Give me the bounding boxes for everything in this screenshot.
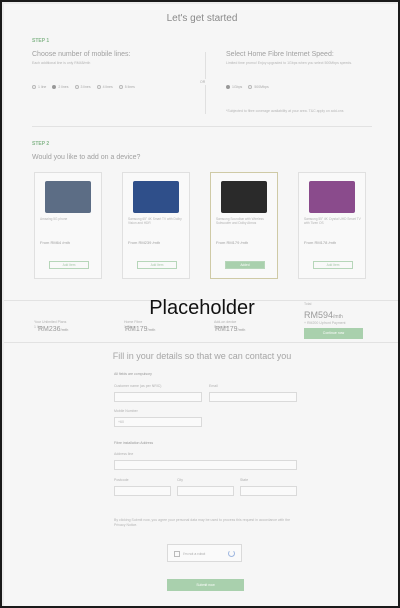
form-section-1: All fields are compulsory xyxy=(114,372,152,376)
radio-dot-icon xyxy=(118,85,123,89)
email-input[interactable] xyxy=(209,392,297,402)
device-card[interactable]: Samsung 65" 4K Smart TV with Dolby Visio… xyxy=(122,172,190,279)
device-heading: Would you like to add on a device? xyxy=(32,154,141,161)
state-input[interactable] xyxy=(240,486,297,496)
mobile-label: Mobile Number xyxy=(114,409,138,413)
radio-dot-icon xyxy=(226,85,230,89)
form-heading: Fill in your details so that we can cont… xyxy=(112,351,292,361)
mobile-lines-options: 1 line 2 lines 3 lines 4 lines 5 lines xyxy=(32,85,135,89)
fibre-speed-heading: Select Home Fibre Internet Speed: xyxy=(226,51,334,58)
device-price: From RM239 /mth xyxy=(128,240,161,245)
mobile-lines-radio-3[interactable]: 4 lines xyxy=(96,85,113,89)
device-image xyxy=(133,181,179,213)
add-device-button[interactable]: Add Item xyxy=(49,261,89,269)
mobile-lines-radio-2[interactable]: 3 lines xyxy=(74,85,91,89)
state-label: State xyxy=(240,478,249,482)
device-image xyxy=(309,181,355,213)
mobile-lines-note: Each additional line is only RM48/mth xyxy=(32,61,91,65)
plans-price-value: RM236 xyxy=(38,326,61,333)
radio-dot-icon xyxy=(32,85,36,89)
step1-footnote: *Subjected to fibre coverage availabilit… xyxy=(226,109,344,113)
submit-button[interactable]: Submit now xyxy=(167,579,244,591)
step1-label: STEP 1 xyxy=(32,38,50,44)
device-description: Samsung 55" 4K Crystal UHD Smart TV with… xyxy=(304,217,361,226)
device-price: From RM64 /mth xyxy=(40,240,71,245)
radio-dot-icon xyxy=(248,85,253,89)
fibre-speed-radio-label: 500Mbps xyxy=(254,85,269,89)
screenshot-frame: Let's get started STEP 1 Choose number o… xyxy=(0,0,400,608)
device-price-value: RM179 xyxy=(215,326,238,333)
plans-price-unit: /mth xyxy=(60,327,69,332)
device-image xyxy=(45,181,91,213)
summary-bottom-border xyxy=(4,342,398,343)
mobile-lines-radio-label: 4 lines xyxy=(102,85,113,89)
page: Let's get started STEP 1 Choose number o… xyxy=(4,4,398,606)
fibre-speed-options: 1Gbps 500Mbps xyxy=(226,85,269,89)
address-input[interactable] xyxy=(114,460,297,470)
step2-label: STEP 2 xyxy=(32,141,50,147)
fibre-price-value: RM179 xyxy=(125,326,148,333)
step-divider xyxy=(32,126,372,127)
captcha-checkbox[interactable] xyxy=(174,551,180,557)
mobile-lines-radio-4[interactable]: 5 lines xyxy=(118,85,135,89)
device-image xyxy=(221,181,267,213)
fibre-speed-radio-0[interactable]: 1Gbps xyxy=(226,85,242,89)
city-label: City xyxy=(177,478,184,482)
radio-dot-icon xyxy=(96,85,101,89)
fibre-speed-radio-label: 1Gbps xyxy=(232,85,243,89)
radio-dot-icon xyxy=(74,85,79,89)
city-input[interactable] xyxy=(177,486,234,496)
mobile-lines-radio-label: 1 line xyxy=(38,85,47,89)
device-price-unit: /mth xyxy=(237,327,246,332)
mobile-input[interactable]: +60 xyxy=(114,417,202,427)
mobile-lines-heading: Choose number of mobile lines: xyxy=(32,51,131,58)
page-title: Let's get started xyxy=(166,13,238,24)
mobile-lines-radio-1[interactable]: 2 lines xyxy=(52,85,69,89)
device-card[interactable]: Samsung 55" 4K Crystal UHD Smart TV with… xyxy=(298,172,366,279)
fibre-speed-note: Limited time promo! Enjoy upgraded to 1G… xyxy=(226,61,353,65)
device-card[interactable]: Amazing 5G phone From RM64 /mth Add Item xyxy=(34,172,102,279)
device-price: RM179/mth xyxy=(215,326,245,333)
device-price: From RM178 /mth xyxy=(304,240,337,245)
continue-button[interactable]: Continue now xyxy=(304,328,363,339)
device-description: Samsung Soundbar with Wireless Subwoofer… xyxy=(216,217,264,226)
consent-text: By clicking Submit now, you agree your p… xyxy=(114,518,291,527)
postcode-input[interactable] xyxy=(114,486,171,496)
captcha-spinner-icon xyxy=(228,550,235,557)
name-label: Customer name (as per NRIC) xyxy=(114,384,162,388)
mobile-lines-radio-0[interactable]: 1 line xyxy=(32,85,46,89)
placeholder-overlay: Placeholder xyxy=(149,297,255,319)
device-card[interactable]: Samsung Soundbar with Wireless Subwoofer… xyxy=(210,172,278,279)
mobile-lines-radio-label: 5 lines xyxy=(124,85,135,89)
total-note: + RM200 Upfront Payment xyxy=(304,321,346,325)
address-label: Address line xyxy=(114,452,134,456)
add-device-button[interactable]: Add Item xyxy=(313,261,353,269)
or-label: OR xyxy=(199,79,207,85)
device-description: Amazing 5G phone xyxy=(40,217,68,221)
fibre-speed-radio-1[interactable]: 500Mbps xyxy=(248,85,269,89)
mobile-lines-radio-label: 3 lines xyxy=(80,85,91,89)
fibre-price-unit: /mth xyxy=(147,327,156,332)
captcha-label: I'm not a robot xyxy=(183,552,206,556)
fibre-price: RM179/mth xyxy=(125,326,155,333)
name-input[interactable] xyxy=(114,392,202,402)
add-device-button[interactable]: Add Item xyxy=(137,261,177,269)
radio-dot-icon xyxy=(52,85,57,89)
postcode-label: Postcode xyxy=(114,478,129,482)
email-label: Email xyxy=(209,384,218,388)
device-description: Samsung 65" 4K Smart TV with Dolby Visio… xyxy=(128,217,182,226)
form-section-2: Fibre installation Address xyxy=(114,441,154,445)
device-price: From RM179 /mth xyxy=(216,240,249,245)
mobile-lines-radio-label: 2 lines xyxy=(58,85,69,89)
captcha-widget[interactable]: I'm not a robot xyxy=(167,544,242,562)
plans-price: RM236/mth xyxy=(38,326,68,333)
add-device-button[interactable]: Added xyxy=(225,261,265,269)
